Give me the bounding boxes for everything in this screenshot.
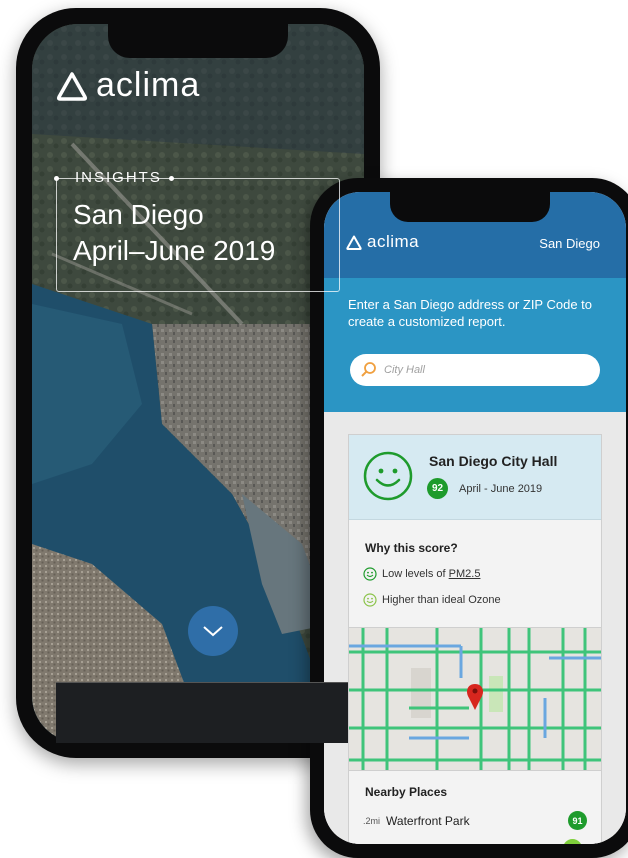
search-prompt: Enter a San Diego address or ZIP Code to… (348, 297, 593, 329)
reason-prefix: Low levels of (382, 568, 449, 580)
city-selector[interactable]: San Diego (539, 236, 600, 251)
reason-text: Low levels of PM2.5 (382, 568, 480, 580)
reason-text: Higher than ideal Ozone (382, 594, 501, 606)
reason-item: Low levels of PM2.5 (363, 567, 480, 581)
scroll-down-button[interactable] (188, 606, 238, 656)
chevron-down-icon (203, 626, 223, 637)
nearby-name: Waterfront Park (386, 813, 470, 828)
front-phone: aclima San Diego Enter a San Diego addre… (310, 178, 628, 858)
search-input[interactable] (382, 363, 586, 377)
frame-dot (54, 176, 59, 181)
place-title: San Diego City Hall (429, 453, 558, 469)
map-graphic (349, 628, 601, 770)
nearby-score-badge: 91 (568, 811, 587, 830)
aclima-triangle-icon (346, 235, 362, 250)
hero-city: San Diego (73, 199, 204, 230)
frame-dot (169, 176, 174, 181)
score-card: San Diego City Hall 92 April - June 2019… (348, 434, 602, 844)
score-badge: 92 (427, 478, 448, 499)
street-map[interactable] (349, 627, 601, 771)
nearby-distance: .2mi (363, 815, 381, 826)
why-score-heading: Why this score? (365, 541, 458, 555)
brand-wordmark: aclima (96, 66, 201, 104)
hero-date: April–June 2019 (73, 235, 276, 266)
next-section-preview (56, 682, 348, 743)
phone-notch (108, 24, 288, 58)
brand-logo[interactable]: aclima (346, 232, 419, 252)
score-header: San Diego City Hall 92 April - June 2019 (349, 435, 601, 520)
search-box[interactable] (350, 354, 600, 386)
brand-logo: aclima (56, 66, 200, 105)
brand-wordmark: aclima (367, 232, 420, 251)
nearby-place-item[interactable]: .2mi Waterfront Park 91 (363, 811, 587, 830)
hero-title: San Diego April–June 2019 (73, 197, 275, 269)
smiley-face-icon (363, 567, 377, 581)
date-range: April - June 2019 (459, 483, 543, 495)
search-section: Enter a San Diego address or ZIP Code to… (324, 278, 626, 412)
insights-frame: INSIGHTS San Diego April–June 2019 (54, 169, 340, 292)
front-phone-screen: aclima San Diego Enter a San Diego addre… (324, 192, 626, 844)
pm25-link[interactable]: PM2.5 (449, 568, 481, 580)
aclima-triangle-icon (56, 71, 88, 101)
reason-item: Higher than ideal Ozone (363, 593, 501, 607)
smiley-face-icon (363, 451, 413, 501)
smiley-face-icon (363, 593, 377, 607)
insights-label: INSIGHTS (75, 169, 162, 186)
search-icon (361, 362, 376, 377)
nearby-places-heading: Nearby Places (365, 785, 448, 799)
phone-notch (390, 192, 550, 222)
content-area: San Diego City Hall 92 April - June 2019… (324, 412, 626, 844)
